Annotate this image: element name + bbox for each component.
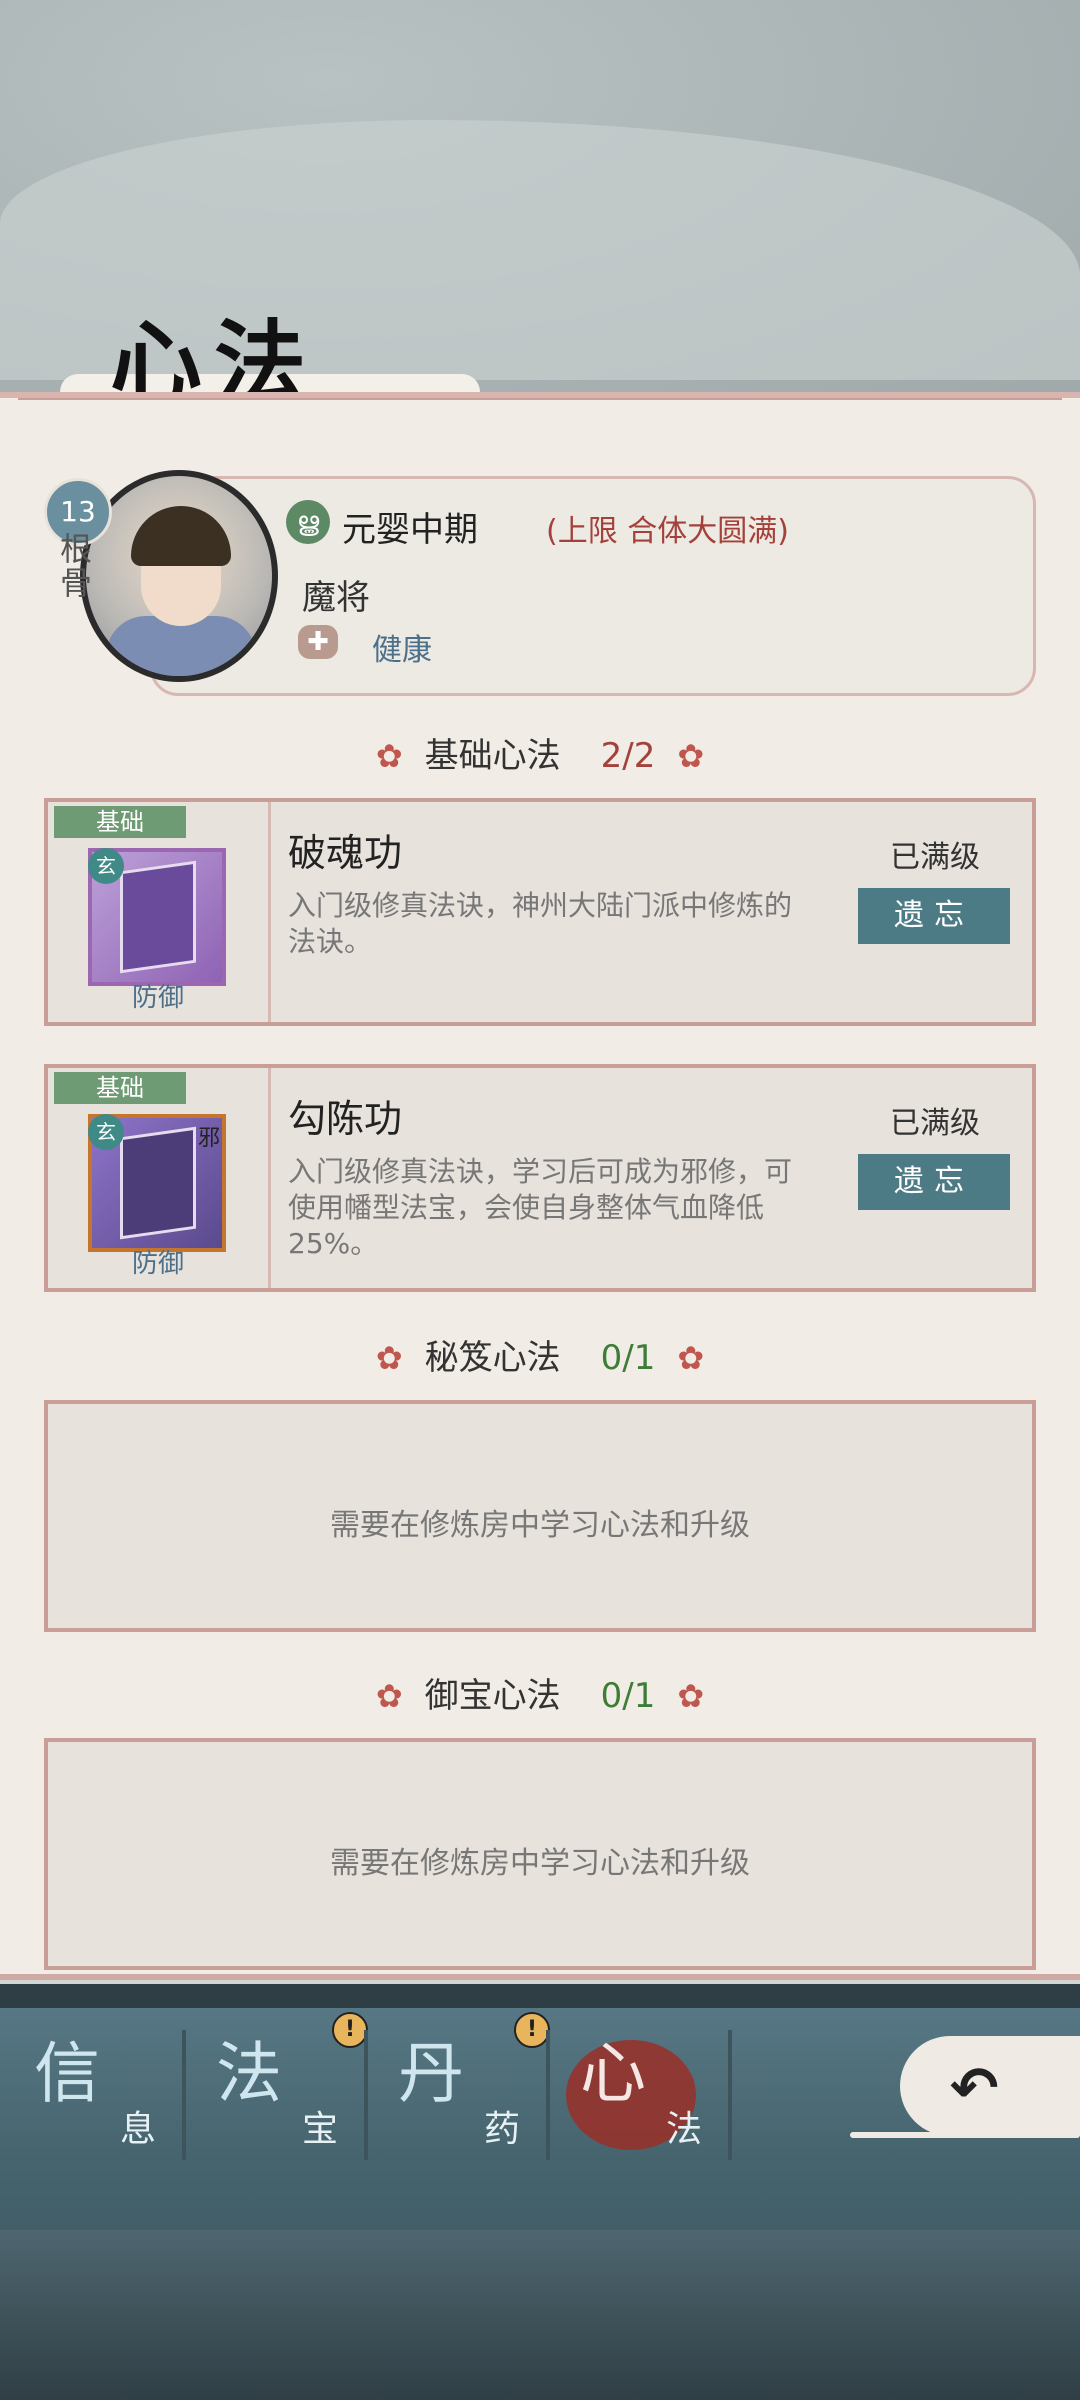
xuan-badge: 玄 [88, 848, 124, 884]
skill-status: 已满级 [890, 1106, 980, 1141]
flower-icon: ✿ [677, 1339, 705, 1377]
book-icon: 玄 [88, 848, 226, 986]
skill-desc: 入门级修真法诀，神州大陆门派中修炼的法诀。 [288, 889, 793, 958]
nav-divider [728, 2030, 732, 2160]
tab-big-char: 法 [216, 2035, 282, 2112]
flower-icon: ✿ [677, 737, 705, 775]
tab-small-char: 息 [120, 2109, 157, 2150]
basic-tag: 基础 [54, 806, 186, 838]
section-label: 秘笈心法 [424, 1338, 561, 1378]
realm-swirl-icon: ൠ [286, 500, 330, 544]
xie-badge: 邪 [197, 1126, 220, 1151]
skill-type: 防御 [131, 983, 184, 1013]
forget-button[interactable]: 遗忘 [858, 888, 1010, 944]
health-heart-icon: ✚ [298, 625, 338, 659]
section-header-basic: ✿ 基础心法 2/2 ✿ [0, 728, 1080, 777]
skill-status: 已满级 [890, 840, 980, 875]
skill-card[interactable]: 基础 玄 防御 破魂功 入门级修真法诀，神州大陆门派中修炼的法诀。 已满级 遗忘 [44, 798, 1036, 1026]
empty-message: 需要在修炼房中学习心法和升级 [330, 1508, 750, 1543]
health-status: 健康 [372, 633, 432, 668]
tab-mind-method[interactable]: 心 法 [570, 2020, 746, 2170]
book-icon: 玄 邪 [88, 1114, 226, 1252]
empty-message: 需要在修炼房中学习心法和升级 [330, 1846, 750, 1881]
tab-big-char: 信 [34, 2035, 100, 2112]
back-arrow-icon[interactable]: ↶ [950, 2054, 999, 2122]
section-count: 0/1 [600, 1338, 656, 1378]
realm-limit: (上限 合体大圆满) [546, 514, 789, 549]
realm-text: 元婴中期 [342, 510, 478, 550]
avatar-hair [131, 506, 231, 566]
back-underline [850, 2132, 1080, 2138]
basic-tag: 基础 [54, 1072, 186, 1104]
section-count: 0/1 [600, 1676, 656, 1716]
skill-icon-area: 基础 玄 防御 [48, 802, 271, 1022]
section-count: 2/2 [600, 736, 656, 776]
flower-icon: ✿ [375, 1339, 403, 1377]
skill-desc: 入门级修真法诀，学习后可成为邪修，可使用幡型法宝，会使自身整体气血降低25%。 [288, 1155, 793, 1260]
tab-info[interactable]: 信 息 [24, 2020, 200, 2170]
flower-icon: ✿ [677, 1677, 705, 1715]
empty-slot-secret[interactable]: 需要在修炼房中学习心法和升级 [44, 1400, 1036, 1632]
flower-icon: ✿ [375, 737, 403, 775]
skill-card[interactable]: 基础 玄 邪 防御 勾陈功 入门级修真法诀，学习后可成为邪修，可使用幡型法宝，会… [44, 1064, 1036, 1292]
nav-divider [546, 2030, 550, 2160]
alert-icon: ! [514, 2012, 550, 2048]
xuan-badge: 玄 [88, 1114, 124, 1150]
section-label: 御宝心法 [424, 1676, 561, 1716]
skill-name: 破魂功 [288, 831, 403, 875]
book-cover [120, 1126, 196, 1240]
role-text: 魔将 [302, 578, 370, 618]
alert-icon: ! [332, 2012, 368, 2048]
tab-small-char: 法 [666, 2109, 703, 2150]
section-label: 基础心法 [424, 736, 561, 776]
skill-type: 防御 [131, 1249, 184, 1279]
skill-icon-area: 基础 玄 邪 防御 [48, 1068, 271, 1288]
nav-top-edge [0, 1984, 1080, 2008]
tab-big-char: 心 [580, 2035, 646, 2112]
tab-small-char: 宝 [302, 2109, 339, 2150]
section-header-secret: ✿ 秘笈心法 0/1 ✿ [0, 1330, 1080, 1379]
root-bone-label: 根骨 [59, 530, 92, 602]
forget-button[interactable]: 遗忘 [858, 1154, 1010, 1210]
section-header-treasure: ✿ 御宝心法 0/1 ✿ [0, 1668, 1080, 1717]
nav-divider [182, 2030, 186, 2160]
nav-divider [364, 2030, 368, 2160]
bottom-mountains [0, 2230, 1080, 2400]
flower-icon: ✿ [375, 1677, 403, 1715]
empty-slot-treasure[interactable]: 需要在修炼房中学习心法和升级 [44, 1738, 1036, 1970]
tab-big-char: 丹 [398, 2035, 464, 2112]
skill-name: 勾陈功 [288, 1097, 403, 1141]
tab-small-char: 药 [484, 2109, 521, 2150]
panel-line [18, 398, 1062, 400]
book-cover [120, 860, 196, 974]
